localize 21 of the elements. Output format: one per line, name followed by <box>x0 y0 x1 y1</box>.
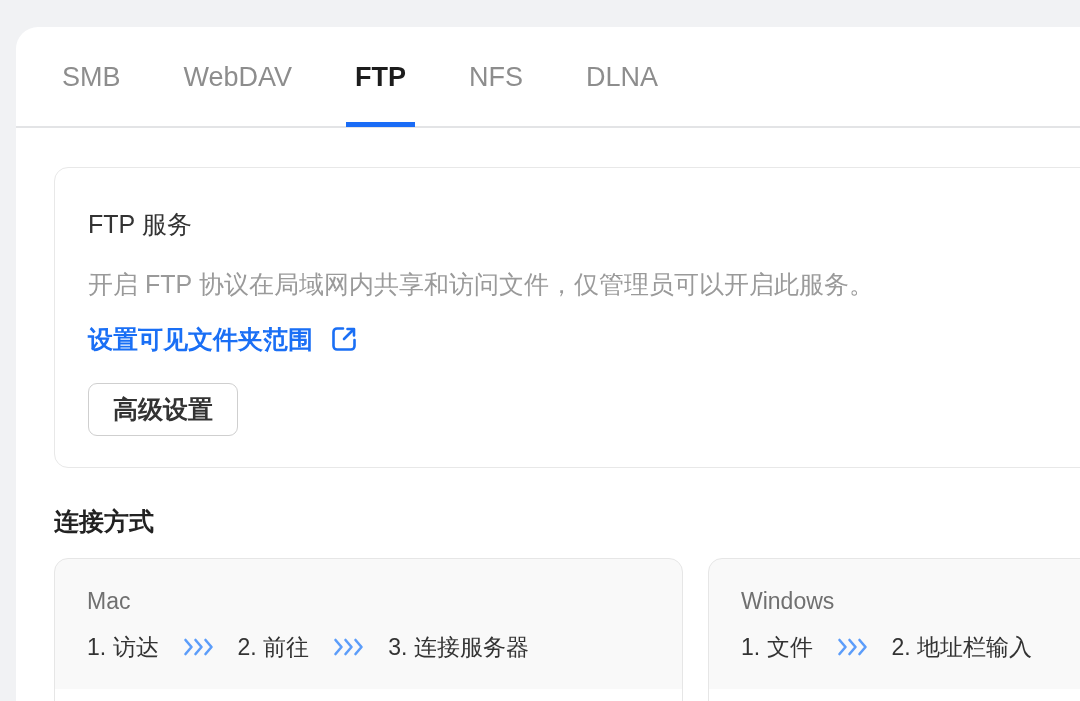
section-heading: 连接方式 <box>54 506 155 537</box>
triple-chevron-icon <box>181 638 215 656</box>
service-description: 开启 FTP 协议在局域网内共享和访问文件，仅管理员可以开启此服务。 <box>88 269 875 300</box>
service-title: FTP 服务 <box>88 209 193 240</box>
external-link-icon <box>331 326 357 352</box>
triple-chevron-icon <box>332 638 366 656</box>
protocol-tab[interactable]: WebDAV <box>174 27 302 127</box>
step-text: 1. 访达 <box>87 633 159 662</box>
platform-label: Windows <box>741 587 836 616</box>
step-text: 1. 文件 <box>741 633 813 662</box>
protocol-tab[interactable]: NFS <box>460 27 533 127</box>
step-text: 2. 前往 <box>237 633 310 662</box>
protocol-tab[interactable]: FTP <box>346 27 416 127</box>
triple-chevron-icon <box>835 638 869 656</box>
protocol-tab[interactable]: DLNA <box>577 27 668 127</box>
step-text: 2. 地址栏输入 <box>891 633 1033 662</box>
step-text: 3. 连接服务器 <box>388 633 529 662</box>
folder-scope-link[interactable]: 设置可见文件夹范围 <box>88 321 357 357</box>
protocol-tab[interactable]: SMB <box>53 27 130 127</box>
advanced-settings-button[interactable]: 高级设置 <box>88 383 238 436</box>
platform-label: Mac <box>87 587 132 616</box>
